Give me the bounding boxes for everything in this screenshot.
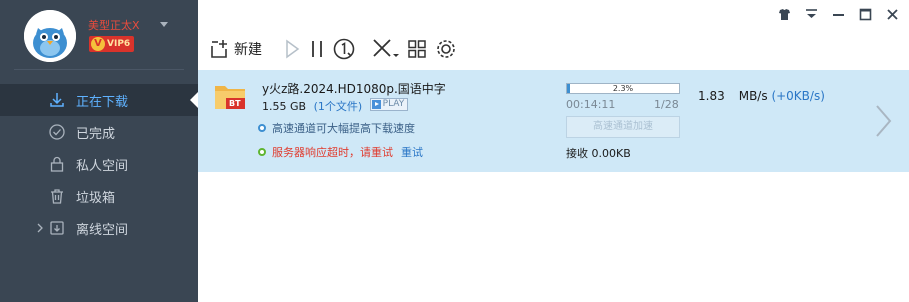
- status-dot-icon: [258, 148, 266, 156]
- speed-value: 1.83: [698, 89, 725, 103]
- sidebar-item-label: 垃圾箱: [76, 190, 116, 206]
- pause-button[interactable]: [308, 35, 326, 63]
- sidebar-item-label: 已完成: [76, 126, 116, 142]
- window-controls: [776, 6, 901, 23]
- new-icon: [211, 40, 227, 58]
- maximize-icon[interactable]: [857, 6, 874, 23]
- speed-unit: MB/s: [738, 89, 768, 103]
- info-dot-icon: [258, 124, 266, 132]
- task-file-name[interactable]: y火z路.2024.HD1080p.国语中字: [262, 80, 446, 97]
- vip-crown-icon: V: [91, 37, 105, 51]
- bird-avatar-icon: [24, 10, 76, 62]
- error-text: 服务器响应超时，请重试: [272, 146, 393, 159]
- sidebar-item-label: 正在下载: [76, 94, 129, 110]
- sidebar-item-offline-space[interactable]: 离线空间: [0, 212, 198, 244]
- server-error-message: 服务器响应超时，请重试 重试: [258, 144, 423, 160]
- progress-bar: 2.3%: [566, 83, 680, 94]
- fast-channel-accelerate-button[interactable]: 高速通道加速: [566, 116, 680, 138]
- chevron-right-icon[interactable]: [873, 104, 893, 138]
- sidebar: 美型正太X V VIP6 正在下载 已完成 私人空间 垃圾箱 离线空间: [0, 0, 198, 302]
- lock-icon: [50, 156, 64, 172]
- username[interactable]: 美型正太X: [88, 17, 140, 33]
- new-task-button[interactable]: 新建: [208, 35, 262, 63]
- play-label: PLAY: [382, 99, 405, 109]
- sidebar-item-label: 私人空间: [76, 158, 129, 174]
- minimize-icon[interactable]: [830, 6, 847, 23]
- task-file-size: 1.55 GB (1个文件) PLAY: [262, 98, 409, 114]
- vip-badge[interactable]: V VIP6: [89, 36, 135, 52]
- sidebar-item-completed[interactable]: 已完成: [0, 116, 198, 148]
- progress-percent: 2.3%: [612, 84, 634, 93]
- file-size-value: 1.55 GB: [262, 100, 307, 113]
- play-button[interactable]: PLAY: [369, 98, 409, 111]
- download-speed: 1.83 MB/s (+0KB/s): [698, 89, 825, 103]
- menu-icon[interactable]: [803, 6, 820, 23]
- speed-limit-button[interactable]: [332, 35, 356, 63]
- retry-link[interactable]: 重试: [401, 144, 423, 160]
- received-bytes: 接收 0.00KB: [566, 147, 631, 160]
- pieces-count: 1/28: [654, 98, 679, 111]
- view-toggle-button[interactable]: [406, 35, 428, 63]
- cloud-download-icon: [50, 221, 64, 235]
- download-arrow-icon: [50, 93, 64, 107]
- delete-button[interactable]: [370, 35, 400, 63]
- toolbar: 新建: [208, 34, 464, 64]
- sidebar-item-private-space[interactable]: 私人空间: [0, 148, 198, 180]
- avatar[interactable]: [24, 10, 76, 62]
- start-icon: [286, 39, 300, 59]
- delete-icon: [373, 39, 399, 57]
- sidebar-divider: [14, 69, 184, 70]
- start-button[interactable]: [282, 35, 302, 63]
- new-task-label: 新建: [234, 42, 262, 58]
- time-remaining: 00:14:11: [566, 98, 616, 111]
- trash-icon: [51, 189, 63, 204]
- play-icon: [371, 100, 381, 109]
- task-row[interactable]: BT y火z路.2024.HD1080p.国语中字 1.55 GB (1个文件)…: [198, 70, 909, 172]
- sidebar-item-trash[interactable]: 垃圾箱: [0, 180, 198, 212]
- close-icon[interactable]: [884, 6, 901, 23]
- fast-channel-tip-text: 高速通道可大幅提高下载速度: [272, 122, 415, 135]
- sidebar-item-downloading[interactable]: 正在下载: [0, 84, 198, 116]
- settings-icon: [437, 40, 455, 58]
- check-circle-icon: [49, 124, 65, 140]
- vip-level: VIP6: [107, 39, 131, 49]
- user-menu-caret-icon[interactable]: [160, 22, 168, 27]
- speed-limit-icon: [333, 38, 355, 60]
- pause-icon: [312, 41, 322, 57]
- chevron-right-icon[interactable]: [34, 222, 46, 234]
- skin-icon[interactable]: [776, 6, 793, 23]
- download-manager-window: 美型正太X V VIP6 正在下载 已完成 私人空间 垃圾箱 离线空间 新建 B…: [0, 0, 909, 302]
- bt-badge-text: BT: [229, 99, 241, 108]
- grid-icon: [408, 40, 426, 58]
- sidebar-item-label: 离线空间: [76, 222, 129, 238]
- file-count-link[interactable]: (1个文件): [314, 100, 363, 113]
- settings-button[interactable]: [434, 35, 458, 63]
- fast-channel-tip: 高速通道可大幅提高下载速度: [258, 120, 415, 136]
- bt-folder-icon: BT: [214, 82, 246, 110]
- sidebar-nav: 正在下载 已完成 私人空间 垃圾箱 离线空间: [0, 84, 198, 244]
- active-indicator: [190, 92, 198, 108]
- speed-boost: (+0KB/s): [771, 89, 825, 103]
